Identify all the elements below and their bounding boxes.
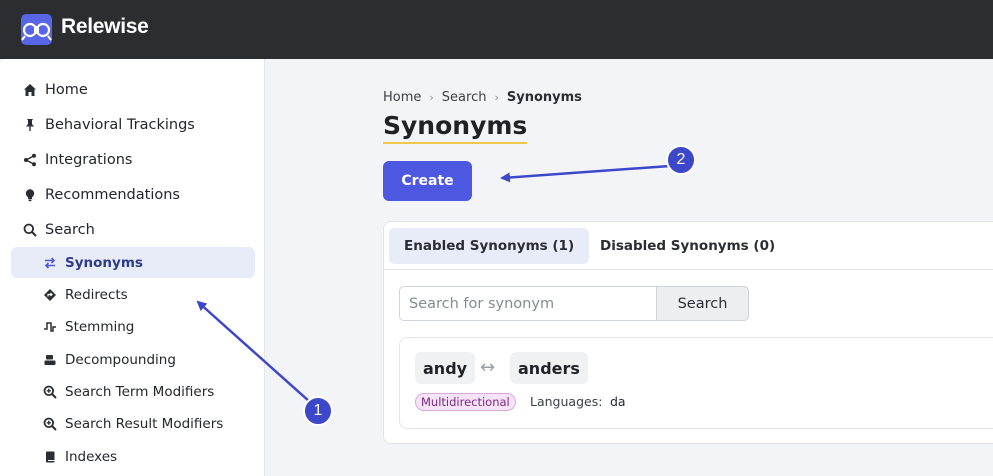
sidebar-item-decompounding[interactable]: Decompounding [11, 344, 255, 375]
sidebar-item-behavioral-trackings[interactable]: Behavioral Trackings [22, 115, 195, 135]
sidebar-item-search[interactable]: Search [22, 220, 95, 240]
swap-arrows-icon [42, 255, 58, 271]
sidebar-item-label: Integrations [45, 152, 133, 168]
synonym-word: andy [415, 352, 476, 384]
chevron-right-icon: › [429, 91, 434, 104]
share-icon [22, 152, 38, 168]
sidebar-item-label: Synonyms [65, 254, 143, 271]
split-icon [42, 352, 58, 368]
sidebar-item-redirects[interactable]: Redirects [11, 279, 255, 310]
languages-value: da [610, 394, 626, 409]
sidebar-item-search-term-modifiers[interactable]: Search Term Modifiers [11, 376, 255, 407]
sidebar-item-label: Redirects [65, 286, 128, 303]
book-icon [42, 449, 58, 465]
sidebar-item-label: Stemming [65, 318, 135, 335]
top-bar: Relewise [0, 0, 993, 59]
sidebar-item-label: Search Term Modifiers [65, 383, 215, 400]
page-title: Synonyms [383, 110, 528, 144]
sidebar-item-label: Search [45, 222, 95, 238]
breadcrumb: Home › Search › Synonyms [383, 90, 582, 105]
app-name: Relewise [61, 15, 149, 38]
create-button[interactable]: Create [383, 161, 472, 201]
sidebar-item-indexes[interactable]: Indexes [11, 441, 255, 472]
breadcrumb-search[interactable]: Search [442, 90, 487, 105]
annotation-step-2: 2 [666, 145, 696, 175]
sidebar-item-recommendations[interactable]: Recommendations [22, 185, 180, 205]
annotation-step-1: 1 [303, 396, 333, 426]
search-plus-icon [42, 416, 58, 432]
tab-enabled-synonyms[interactable]: Enabled Synonyms (1) [389, 228, 590, 264]
breadcrumb-home[interactable]: Home [383, 90, 421, 105]
synonym-card[interactable] [399, 337, 993, 429]
chevron-right-icon: › [494, 91, 499, 104]
waveform-icon [42, 319, 58, 335]
tab-disabled-synonyms[interactable]: Disabled Synonyms (0) [585, 228, 790, 264]
breadcrumb-current: Synonyms [506, 90, 582, 105]
bidirectional-arrow-icon: ↔ [480, 357, 496, 378]
relewise-logo-icon[interactable] [21, 14, 52, 45]
home-icon [22, 82, 38, 98]
tabs-divider [384, 269, 993, 270]
sidebar-item-search-result-modifiers[interactable]: Search Result Modifiers [11, 408, 255, 439]
search-icon [22, 222, 38, 238]
sidebar-item-label: Decompounding [65, 351, 176, 368]
synonym-word: anders [510, 352, 588, 384]
languages-label: Languages: [530, 394, 603, 409]
sidebar-item-stemming[interactable]: Stemming [11, 311, 255, 342]
type-badge: Multidirectional [415, 393, 516, 411]
sidebar-item-label: Recommendations [45, 187, 180, 203]
pin-icon [22, 117, 38, 133]
sidebar-item-label: Indexes [65, 448, 118, 465]
diamond-arrow-icon [42, 287, 58, 303]
search-plus-icon [42, 384, 58, 400]
sidebar-item-home[interactable]: Home [22, 80, 88, 100]
sidebar-item-label: Search Result Modifiers [65, 415, 224, 432]
synonym-search-input[interactable] [399, 286, 657, 321]
sidebar-item-integrations[interactable]: Integrations [22, 150, 132, 170]
sidebar-item-synonyms[interactable]: Synonyms [11, 247, 255, 278]
sidebar-item-label: Behavioral Trackings [45, 117, 195, 133]
sidebar-item-label: Home [45, 82, 88, 98]
lightbulb-icon [22, 187, 38, 203]
search-button[interactable]: Search [656, 286, 749, 321]
